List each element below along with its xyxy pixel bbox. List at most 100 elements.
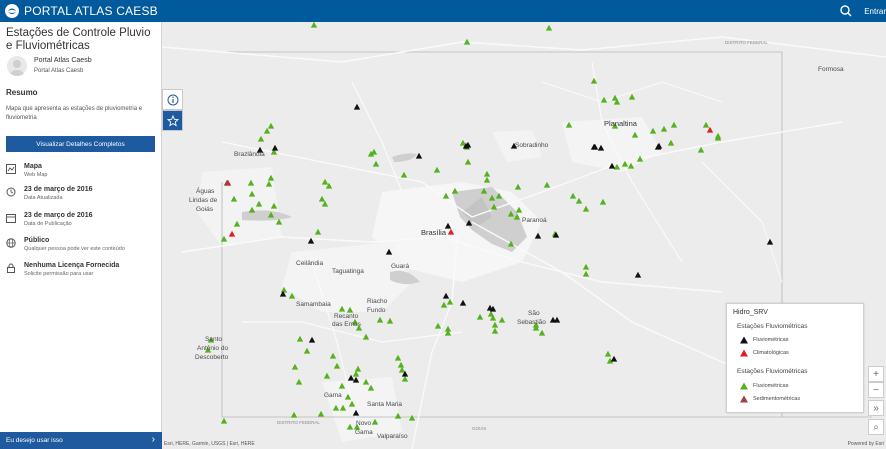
green-station-marker[interactable] [370, 148, 378, 155]
green-station-marker[interactable] [440, 301, 448, 308]
green-station-marker[interactable] [697, 146, 705, 153]
black-station-marker[interactable] [347, 374, 355, 381]
green-station-marker[interactable] [582, 205, 590, 212]
green-station-marker[interactable] [257, 135, 265, 142]
meta-type: Mapa Web Map [6, 163, 156, 183]
favorite-tab[interactable] [162, 110, 183, 131]
green-station-marker[interactable] [491, 321, 499, 328]
info-tab[interactable] [162, 89, 183, 110]
black-station-marker[interactable] [308, 336, 316, 343]
green-station-marker[interactable] [491, 327, 499, 334]
green-station-marker[interactable] [464, 158, 472, 165]
search-icon[interactable] [838, 3, 854, 19]
green-station-marker[interactable] [599, 198, 607, 205]
green-station-marker[interactable] [400, 171, 408, 178]
green-station-marker[interactable] [303, 347, 311, 354]
black-station-marker[interactable] [634, 271, 642, 278]
green-station-marker[interactable] [670, 121, 678, 128]
green-station-marker[interactable] [569, 192, 577, 199]
meta-title: Mapa [24, 163, 42, 170]
green-station-marker[interactable] [483, 170, 491, 177]
green-station-marker[interactable] [321, 178, 329, 185]
green-station-marker[interactable] [649, 127, 657, 134]
green-station-marker[interactable] [397, 361, 405, 368]
green-station-marker[interactable] [702, 121, 710, 128]
green-station-marker[interactable] [394, 354, 402, 361]
meta-updated: 23 de março de 2016 Data Atualizada [6, 186, 156, 206]
green-station-marker[interactable] [290, 411, 298, 418]
green-station-marker[interactable] [295, 378, 303, 385]
green-station-marker[interactable] [538, 329, 546, 336]
use-this-button[interactable]: Eu desejo usar isso › [0, 432, 162, 449]
green-station-marker[interactable] [401, 375, 409, 382]
green-station-marker[interactable] [590, 77, 598, 84]
green-station-marker[interactable] [317, 410, 325, 417]
black-station-marker[interactable] [271, 144, 279, 151]
green-station-marker[interactable] [376, 316, 384, 323]
green-station-marker[interactable] [498, 316, 506, 323]
green-station-marker[interactable] [575, 197, 583, 204]
meta-title: Nenhuma Licença Fornecida [24, 262, 120, 269]
black-station-marker[interactable] [442, 292, 450, 299]
green-station-marker[interactable] [660, 125, 668, 132]
green-station-marker[interactable] [291, 363, 299, 370]
view-details-button[interactable]: Visualizar Detalhes Completos [6, 136, 155, 152]
green-station-marker[interactable] [354, 365, 362, 372]
green-station-marker[interactable] [263, 127, 271, 134]
owner-name[interactable]: Portal Atlas Caesb [34, 57, 92, 64]
green-station-marker[interactable] [600, 96, 608, 103]
black-station-marker[interactable] [353, 103, 361, 110]
green-station-marker[interactable] [408, 414, 416, 421]
green-station-marker[interactable] [310, 22, 318, 28]
zoom-in-button[interactable]: + [868, 366, 884, 382]
green-station-marker[interactable] [372, 160, 380, 167]
green-station-marker[interactable] [296, 335, 304, 342]
green-station-marker[interactable] [323, 372, 331, 379]
green-station-marker[interactable] [267, 122, 275, 129]
green-station-marker[interactable] [433, 166, 441, 173]
powered-by[interactable]: Powered by Esri [848, 441, 884, 447]
green-station-marker[interactable] [333, 362, 341, 369]
place-label: Goiás [196, 206, 213, 213]
lock-icon [7, 263, 15, 273]
green-station-marker[interactable] [386, 317, 394, 324]
green-station-marker[interactable] [543, 181, 551, 188]
green-station-marker[interactable] [362, 333, 370, 340]
red-station-marker[interactable] [706, 126, 714, 133]
green-station-marker[interactable] [314, 228, 322, 235]
green-station-marker[interactable] [434, 322, 442, 329]
green-station-marker[interactable] [398, 366, 406, 373]
green-station-marker[interactable] [628, 93, 636, 100]
green-station-marker[interactable] [318, 195, 326, 202]
sign-in-link[interactable]: Entrar [864, 7, 886, 16]
map-search-button[interactable]: ⌕ [868, 419, 884, 435]
green-station-marker[interactable] [220, 417, 228, 424]
green-station-marker[interactable] [714, 132, 722, 139]
place-label: Riacho [367, 298, 388, 305]
boundary-label: GOIÁS [472, 426, 487, 431]
zoom-out-button[interactable]: − [868, 382, 884, 398]
expand-button[interactable]: » [868, 400, 884, 416]
globe-icon [6, 238, 16, 248]
green-station-marker[interactable] [667, 139, 675, 146]
owner-avatar[interactable] [7, 56, 27, 76]
map-attribution: Esri, HERE, Garmin, USGS | Esri, HERE [164, 441, 255, 447]
green-station-marker[interactable] [514, 183, 522, 190]
meta-title: 23 de março de 2016 [24, 212, 93, 219]
green-station-marker[interactable] [476, 313, 484, 320]
black-station-marker[interactable] [549, 316, 557, 323]
green-station-marker[interactable] [582, 270, 590, 277]
green-station-marker[interactable] [483, 176, 491, 183]
meta-published: 23 de março de 2016 Data de Publicação [6, 212, 156, 232]
brand-name[interactable]: PORTAL ATLAS CAESB [24, 4, 158, 18]
black-station-marker[interactable] [610, 355, 618, 362]
green-station-marker[interactable] [321, 200, 329, 207]
green-station-marker[interactable] [545, 24, 553, 31]
green-station-marker[interactable] [352, 370, 360, 377]
green-station-marker[interactable] [329, 352, 337, 359]
green-station-marker[interactable] [582, 263, 590, 270]
green-station-marker[interactable] [604, 350, 612, 357]
black-station-marker[interactable] [459, 299, 467, 306]
caesb-logo-icon[interactable] [4, 3, 20, 19]
black-station-marker[interactable] [415, 152, 423, 159]
